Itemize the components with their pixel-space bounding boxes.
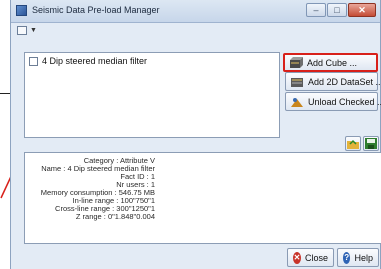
close-button[interactable]: ✕ Close bbox=[287, 248, 334, 267]
info-z-range: Z range : 0"1.848"0.004 bbox=[75, 212, 155, 221]
maximize-button[interactable]: □ bbox=[327, 3, 347, 17]
app-icon bbox=[16, 5, 27, 16]
close-label: Close bbox=[304, 252, 328, 263]
cube-icon bbox=[290, 56, 303, 68]
unload-icon bbox=[291, 97, 303, 107]
add-cube-button[interactable]: Add Cube ... bbox=[283, 53, 378, 72]
close-icon: ✕ bbox=[293, 251, 301, 264]
window-controls: – □ ✕ bbox=[306, 3, 376, 17]
open-folder-button[interactable] bbox=[345, 136, 361, 151]
2d-dataset-icon bbox=[291, 77, 303, 87]
menu-bar: ▼ bbox=[17, 26, 37, 35]
title-bar: Seismic Data Pre-load Manager – □ ✕ bbox=[11, 0, 380, 23]
chevron-down-icon[interactable]: ▼ bbox=[30, 27, 37, 34]
save-button[interactable] bbox=[363, 136, 379, 151]
help-button[interactable]: ? Help bbox=[337, 248, 379, 267]
help-label: Help bbox=[354, 252, 373, 263]
add-2d-dataset-button[interactable]: Add 2D DataSet ... bbox=[285, 72, 381, 91]
list-item[interactable]: 4 Dip steered median filter bbox=[29, 56, 147, 66]
help-icon: ? bbox=[343, 251, 351, 264]
loaded-data-list[interactable]: 4 Dip steered median filter bbox=[24, 52, 280, 138]
unload-checked-button[interactable]: Unload Checked ... bbox=[285, 92, 381, 111]
add-cube-label: Add Cube ... bbox=[307, 57, 358, 68]
close-window-button[interactable]: ✕ bbox=[348, 3, 376, 17]
window-title: Seismic Data Pre-load Manager bbox=[32, 5, 160, 15]
preload-manager-window: Seismic Data Pre-load Manager – □ ✕ ▼ 4 … bbox=[10, 0, 381, 269]
unload-checked-label: Unload Checked ... bbox=[308, 96, 381, 107]
list-item-checkbox[interactable] bbox=[29, 56, 38, 66]
list-item-label: 4 Dip steered median filter bbox=[42, 56, 148, 66]
minimize-button[interactable]: – bbox=[306, 3, 326, 17]
selection-info-panel: Category : Attribute V Name : 4 Dip stee… bbox=[24, 152, 381, 244]
save-icon bbox=[365, 138, 377, 149]
file-menu-icon[interactable] bbox=[17, 26, 27, 35]
add-2d-dataset-label: Add 2D DataSet ... bbox=[308, 76, 381, 87]
folder-icon bbox=[347, 139, 359, 149]
